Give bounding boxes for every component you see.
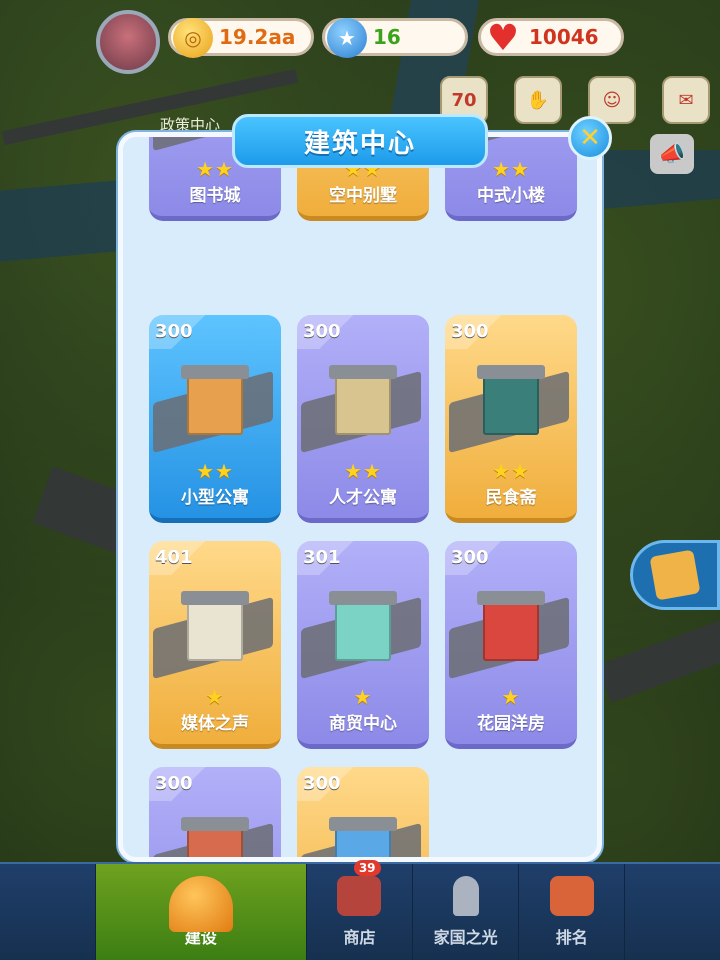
building-cost: 300 — [451, 547, 489, 568]
building-wall — [335, 601, 391, 661]
building-roof — [181, 591, 249, 605]
building-wall — [187, 375, 243, 435]
building-roof — [181, 817, 249, 831]
building-card[interactable]: 300 ★ 花园洋房 — [445, 541, 577, 749]
handshake-icon[interactable]: ✋ — [514, 76, 562, 124]
rocket-icon — [452, 876, 479, 916]
building-stars: ★★ — [344, 459, 382, 483]
nav-spacer — [0, 864, 96, 960]
building-wall — [187, 827, 243, 857]
gold-value: 19.2aa — [219, 25, 296, 49]
building-image — [461, 355, 561, 450]
building-card[interactable]: 300 ★★ 人才公寓 — [297, 315, 429, 523]
building-name: 民食斋 — [485, 488, 537, 508]
building-roof — [329, 591, 397, 605]
podium-icon — [549, 876, 594, 916]
building-card[interactable]: 300 ★★ 民食斋 — [445, 315, 577, 523]
side-task-button[interactable] — [630, 540, 720, 610]
building-image — [313, 807, 413, 857]
building-name: 人才公寓 — [329, 488, 397, 508]
building-wall — [483, 132, 539, 133]
bottom-nav: 建设 39 商店 家国之光 排名 — [0, 860, 720, 960]
building-roof — [477, 591, 545, 605]
building-name: 媒体之声 — [181, 714, 249, 734]
tab-build[interactable]: 建设 — [95, 864, 307, 960]
building-card[interactable]: 300 — [149, 767, 281, 857]
building-cost: 401 — [155, 547, 193, 568]
building-image — [165, 807, 265, 857]
coin-icon: ◎ — [173, 18, 213, 58]
building-name: 小型公寓 — [181, 488, 249, 508]
building-image — [165, 355, 265, 450]
building-wall — [335, 375, 391, 435]
hardhat-icon — [168, 876, 233, 932]
building-wall — [335, 827, 391, 857]
building-name: 商贸中心 — [329, 714, 397, 734]
building-image — [165, 581, 265, 676]
building-cost: 300 — [155, 321, 193, 342]
tab-rank[interactable]: 排名 — [519, 864, 626, 960]
gold-counter: ◎ 19.2aa — [168, 18, 314, 58]
star-counter: ★ 16 — [322, 18, 468, 58]
building-image — [313, 355, 413, 450]
player-avatar[interactable] — [96, 10, 160, 74]
panel-title: 建筑中心 — [232, 114, 488, 168]
building-wall — [483, 601, 539, 661]
building-center-panel: ★★ 图书城 ★★ 空中别墅 ★★ 中式小楼 300 ★★ 小型公寓 300 ★★ 人才公寓 300 ★★… — [118, 132, 602, 862]
heart-value: 10046 — [529, 25, 599, 49]
building-card[interactable]: 401 ★ 媒体之声 — [149, 541, 281, 749]
building-stars: ★ — [205, 685, 225, 709]
tab-home-light[interactable]: 家国之光 — [413, 864, 520, 960]
tab-home-light-label: 家国之光 — [433, 928, 498, 947]
building-wall — [483, 375, 539, 435]
star-value: 16 — [373, 25, 401, 49]
document-icon — [649, 549, 701, 601]
tab-shop[interactable]: 39 商店 — [307, 860, 414, 960]
building-name: 花园洋房 — [477, 714, 545, 734]
gift-icon[interactable]: ✉ — [662, 76, 710, 124]
building-name: 空中别墅 — [329, 186, 397, 206]
building-roof — [477, 365, 545, 379]
building-stars: ★★ — [492, 459, 530, 483]
megaphone-icon[interactable]: 📣 — [650, 134, 694, 174]
building-roof — [181, 365, 249, 379]
building-stars: ★ — [353, 685, 373, 709]
building-roof — [329, 365, 397, 379]
tab-shop-label: 商店 — [343, 928, 376, 947]
shop-badge: 39 — [353, 860, 381, 876]
heart-counter: ♥ 10046 — [478, 17, 624, 59]
building-wall — [187, 601, 243, 661]
building-roof — [329, 817, 397, 831]
shop-icon — [337, 876, 382, 916]
building-image — [313, 581, 413, 676]
building-name: 图书城 — [189, 186, 241, 206]
star-icon: ★ — [327, 18, 367, 58]
building-cost: 300 — [451, 321, 489, 342]
building-stars: ★ — [501, 685, 521, 709]
building-stars: ★★ — [196, 459, 234, 483]
close-icon[interactable]: ✕ — [568, 116, 612, 160]
building-name: 中式小楼 — [477, 186, 545, 206]
building-image — [461, 581, 561, 676]
tab-rank-label: 排名 — [555, 928, 588, 947]
building-card[interactable]: 300 ★★ 小型公寓 — [149, 315, 281, 523]
building-cost: 301 — [303, 547, 341, 568]
heart-icon: ♥ — [486, 17, 520, 59]
building-card[interactable]: 301 ★ 商贸中心 — [297, 541, 429, 749]
building-cost: 300 — [155, 773, 193, 794]
building-cost: 300 — [303, 321, 341, 342]
building-cost: 300 — [303, 773, 341, 794]
building-card[interactable]: 300 — [297, 767, 429, 857]
